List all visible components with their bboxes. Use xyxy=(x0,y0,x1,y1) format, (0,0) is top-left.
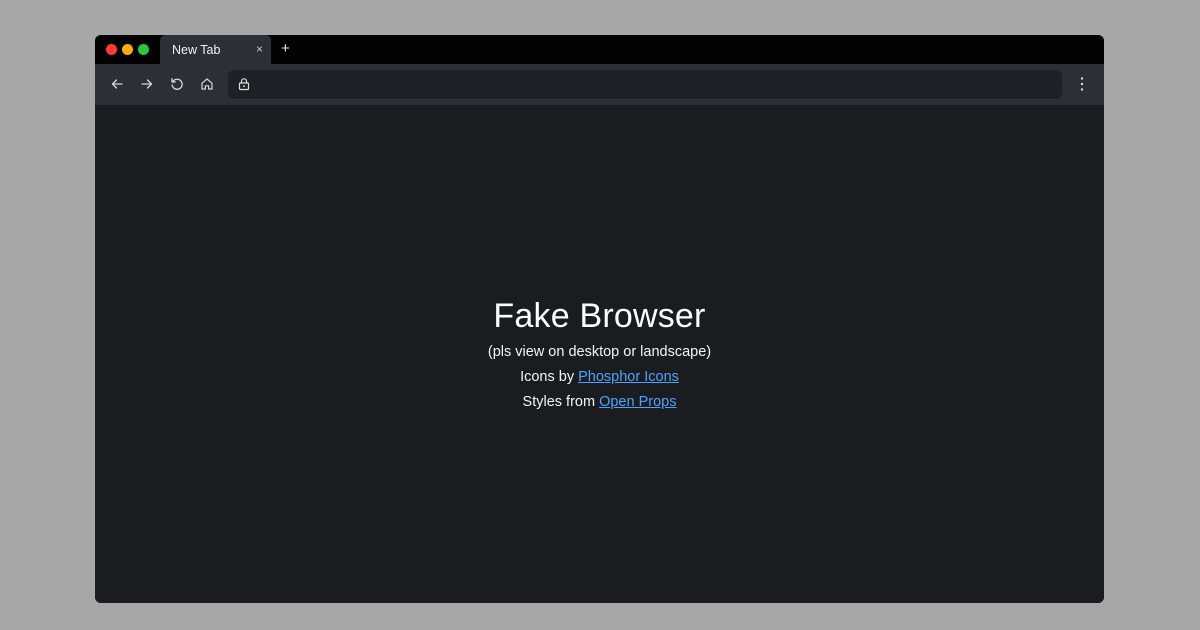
open-props-link[interactable]: Open Props xyxy=(599,394,676,410)
forward-button[interactable] xyxy=(139,76,155,92)
browser-window: New Tab × + Fake Browser (pls view on de… xyxy=(95,35,1104,603)
page-subtitle: (pls view on desktop or landscape) xyxy=(487,344,712,360)
address-bar[interactable] xyxy=(228,70,1062,99)
address-input[interactable] xyxy=(258,70,1048,99)
browser-menu-button[interactable] xyxy=(1074,75,1090,93)
reload-button[interactable] xyxy=(169,76,185,92)
toolbar xyxy=(95,64,1104,105)
home-icon xyxy=(201,78,213,90)
arrow-right-icon xyxy=(141,79,153,89)
back-button[interactable] xyxy=(109,76,125,92)
icons-credit: Icons by Phosphor Icons xyxy=(95,369,1104,385)
home-button[interactable] xyxy=(199,76,215,92)
phosphor-icons-link[interactable]: Phosphor Icons xyxy=(578,369,679,385)
tab-new-tab[interactable]: New Tab × xyxy=(160,35,271,64)
minimize-window-button[interactable] xyxy=(122,44,133,55)
reload-icon xyxy=(171,78,183,90)
styles-credit: Styles from Open Props xyxy=(95,394,1104,410)
title-bar: New Tab × + xyxy=(95,35,1104,64)
vertical-dots-icon xyxy=(1080,77,1084,91)
arrow-left-icon xyxy=(111,79,123,89)
tab-close-icon[interactable]: × xyxy=(256,42,263,56)
page-content: Fake Browser (pls view on desktop or lan… xyxy=(95,105,1104,603)
close-window-button[interactable] xyxy=(106,44,117,55)
new-tab-button[interactable]: + xyxy=(281,40,290,58)
lock-icon xyxy=(237,77,251,91)
styles-credit-label: Styles from xyxy=(522,394,596,410)
page-title: Fake Browser xyxy=(493,297,706,335)
tab-title: New Tab xyxy=(172,43,221,57)
icons-credit-label: Icons by xyxy=(520,369,575,385)
maximize-window-button[interactable] xyxy=(138,44,149,55)
